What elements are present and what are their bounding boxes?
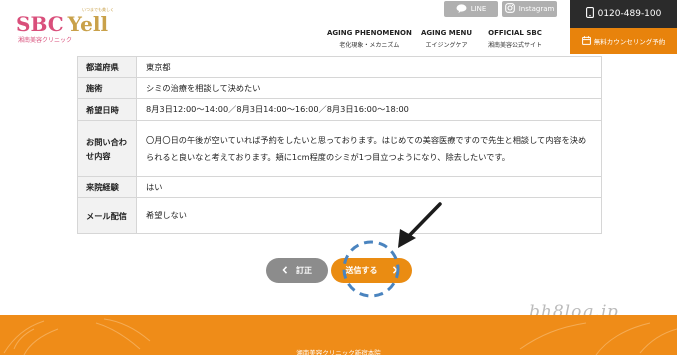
row-value-preferred-datetime: 8月3日12:00～14:00／8月3日14:00～16:00／8月3日16:0… (136, 98, 602, 121)
footer-clinic-name: 湘南美容クリニック新宿本院 (296, 349, 381, 355)
correct-button-label: 訂正 (296, 266, 312, 275)
row-value-inquiry: 〇月〇日の午後が空いていれば予約をしたいと思っております。はじめての美容医療です… (136, 120, 602, 177)
counseling-label: 無料カウンセリング予約 (593, 38, 666, 46)
nav-aging-phenomenon[interactable]: AGING PHENOMENON 老化現象・メカニズム (327, 29, 412, 49)
row-value-prefecture: 東京都 (136, 56, 602, 78)
line-icon (456, 3, 467, 15)
row-value-mail-delivery: 希望しない (136, 197, 602, 234)
logo-yell: Yell (67, 12, 109, 36)
site-header: いつまでも美しく SBC Yell 湘南美容クリニック AGING PHENOME… (0, 0, 677, 56)
chevron-right-icon (392, 265, 398, 276)
line-label: LINE (470, 5, 487, 13)
row-label-prefecture: 都道府県 (77, 56, 137, 78)
row-label-visit-history: 来院経験 (77, 176, 137, 198)
nav-aging-phenomenon-ja: 老化現象・メカニズム (339, 42, 400, 49)
logo-wordmark: SBC Yell (16, 12, 108, 36)
row-label-mail-delivery: メール配信 (77, 197, 137, 234)
logo-clinic-name: 湘南美容クリニック (18, 37, 73, 44)
calendar-icon (581, 35, 591, 47)
row-label-inquiry: お問い合わせ内容 (77, 120, 137, 177)
nav-aging-menu-ja: エイジングケア (425, 42, 468, 49)
phone-button[interactable]: 0120-489-100 (570, 0, 677, 28)
submit-button[interactable]: 送信する (331, 258, 412, 283)
submit-button-label: 送信する (345, 266, 378, 275)
instagram-label: Instagram (518, 5, 555, 13)
mobile-phone-icon (585, 7, 594, 21)
line-button[interactable]: LINE (444, 1, 498, 17)
row-value-treatment: シミの治療を相談して決めたい (136, 77, 602, 99)
counseling-reservation-button[interactable]: 無料カウンセリング予約 (570, 28, 677, 54)
row-value-visit-history: はい (136, 176, 602, 198)
nav-aging-menu-en: AGING MENU (421, 29, 473, 37)
table-row: 施術 シミの治療を相談して決めたい (77, 77, 602, 99)
nav-official-sbc[interactable]: OFFICIAL SBC 湘南美容公式サイト (488, 29, 542, 49)
nav-aging-menu[interactable]: AGING MENU エイジングケア (421, 29, 472, 49)
phone-number: 0120-489-100 (597, 9, 662, 19)
row-label-preferred-datetime: 希望日時 (77, 98, 137, 121)
site-footer: 湘南美容クリニック新宿本院 (0, 315, 677, 355)
instagram-icon (504, 3, 515, 15)
logo-sbc: SBC (16, 12, 64, 36)
nav-aging-phenomenon-en: AGING PHENOMENON (327, 29, 412, 37)
table-row: 都道府県 東京都 (77, 56, 602, 78)
chevron-left-icon (282, 265, 288, 276)
table-row: 希望日時 8月3日12:00～14:00／8月3日14:00～16:00／8月3… (77, 98, 602, 121)
row-label-treatment: 施術 (77, 77, 137, 99)
table-row: 来院経験 はい (77, 176, 602, 198)
instagram-button[interactable]: Instagram (502, 1, 557, 17)
table-row: お問い合わせ内容 〇月〇日の午後が空いていれば予約をしたいと思っております。はじ… (77, 120, 602, 177)
table-row: メール配信 希望しない (77, 197, 602, 234)
correct-button[interactable]: 訂正 (266, 258, 328, 283)
confirmation-table: 都道府県 東京都 施術 シミの治療を相談して決めたい 希望日時 8月3日12:0… (77, 56, 602, 234)
site-logo[interactable]: いつまでも美しく SBC Yell 湘南美容クリニック (16, 6, 134, 46)
nav-official-sbc-ja: 湘南美容公式サイト (488, 42, 543, 49)
nav-official-sbc-en: OFFICIAL SBC (488, 29, 542, 37)
